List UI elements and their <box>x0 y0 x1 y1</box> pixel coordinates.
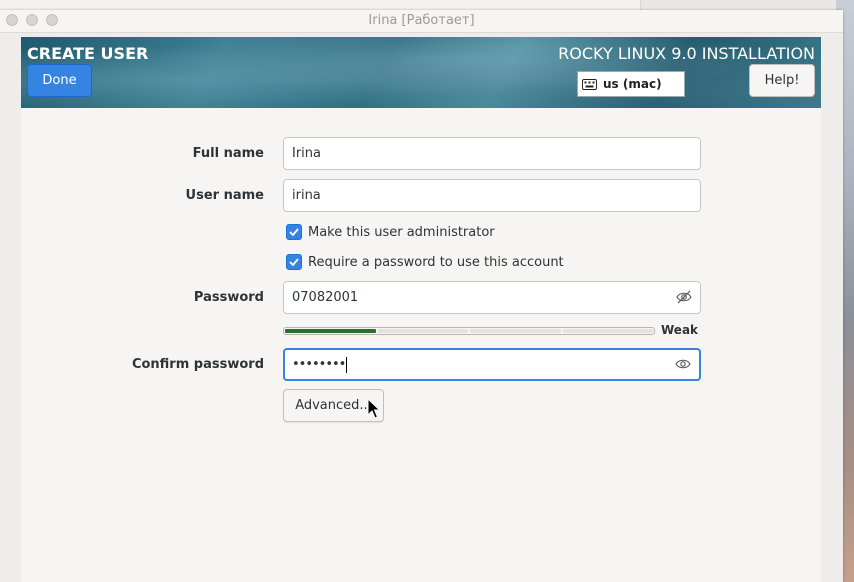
eye-slash-icon[interactable] <box>676 290 692 304</box>
strength-segment <box>285 329 376 333</box>
keyboard-layout-indicator[interactable]: us (mac) <box>577 71 685 97</box>
confirm-password-value: •••••••• <box>292 357 346 372</box>
require-password-checkbox[interactable] <box>286 254 302 270</box>
installation-title: ROCKY LINUX 9.0 INSTALLATION <box>558 44 815 63</box>
full-name-label: Full name <box>192 146 264 161</box>
help-button[interactable]: Help! <box>749 64 815 97</box>
installer-content: CREATE USER ROCKY LINUX 9.0 INSTALLATION… <box>21 37 821 582</box>
user-name-label: User name <box>185 188 264 203</box>
admin-checkbox-label: Make this user administrator <box>308 224 495 240</box>
text-caret <box>346 356 348 373</box>
done-button[interactable]: Done <box>27 64 92 97</box>
eye-icon[interactable] <box>675 357 691 371</box>
password-strength-meter <box>283 327 655 335</box>
keyboard-layout-label: us (mac) <box>603 77 662 91</box>
confirm-password-label: Confirm password <box>131 357 264 372</box>
strength-segment <box>470 329 561 333</box>
password-field[interactable]: 07082001 <box>283 281 701 314</box>
password-label: Password <box>193 290 264 305</box>
window-titlebar[interactable]: Irina [Работает] <box>0 10 843 33</box>
strength-segment <box>562 329 653 333</box>
admin-checkbox[interactable] <box>286 224 302 240</box>
full-name-field[interactable]: Irina <box>283 137 701 170</box>
confirm-password-field[interactable]: •••••••• <box>283 348 701 381</box>
header-banner: CREATE USER ROCKY LINUX 9.0 INSTALLATION… <box>21 37 821 108</box>
password-strength-text: Weak <box>661 323 699 337</box>
checkmark-icon <box>289 228 299 236</box>
strength-segment <box>377 329 468 333</box>
password-value: 07082001 <box>292 290 359 305</box>
mouse-cursor-icon <box>367 398 381 419</box>
window-title: Irina [Работает] <box>368 13 475 28</box>
full-name-value: Irina <box>292 146 321 161</box>
admin-checkbox-row[interactable]: Make this user administrator <box>286 224 495 240</box>
page-title: CREATE USER <box>27 44 149 63</box>
checkmark-icon <box>289 258 299 266</box>
user-name-field[interactable]: irina <box>283 179 701 212</box>
vm-window: Irina [Работает] CREATE USER ROCKY LINUX… <box>0 10 843 582</box>
require-password-label: Require a password to use this account <box>308 254 564 270</box>
keyboard-icon <box>582 78 597 90</box>
require-password-row[interactable]: Require a password to use this account <box>286 254 564 270</box>
user-name-value: irina <box>292 188 321 203</box>
